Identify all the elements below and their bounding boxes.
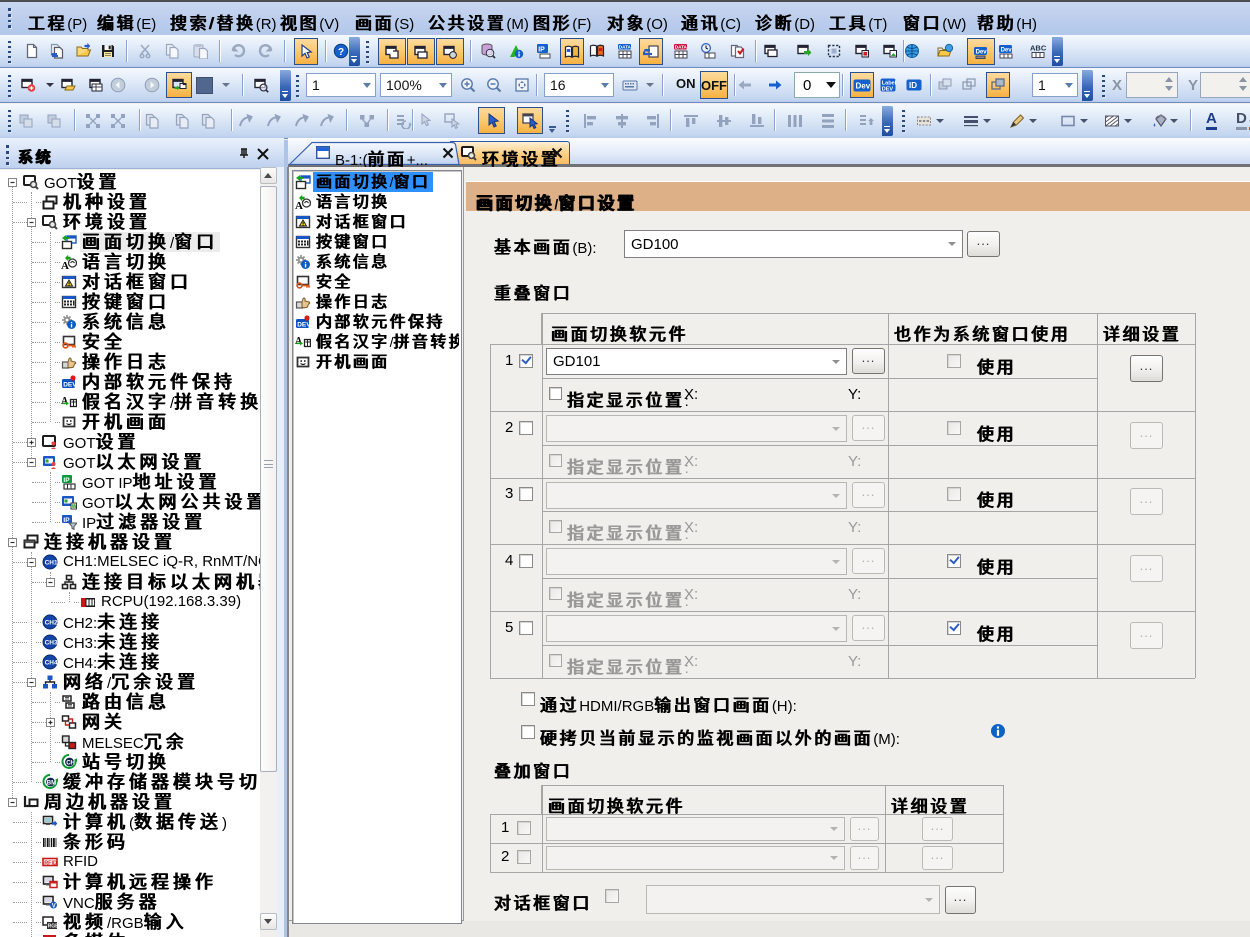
svg-text:Dev: Dev — [856, 81, 871, 90]
svg-text:DEV: DEV — [882, 86, 894, 92]
svg-text:IP: IP — [538, 47, 545, 54]
svg-text:DATA: DATA — [675, 45, 688, 50]
svg-text:Dev: Dev — [976, 49, 988, 55]
svg-text:?: ? — [338, 47, 344, 58]
svg-text:Dev: Dev — [1001, 48, 1013, 54]
svg-text:ABC: ABC — [1030, 44, 1046, 53]
svg-text:DATA: DATA — [619, 45, 632, 50]
svg-text:ID: ID — [909, 81, 917, 90]
